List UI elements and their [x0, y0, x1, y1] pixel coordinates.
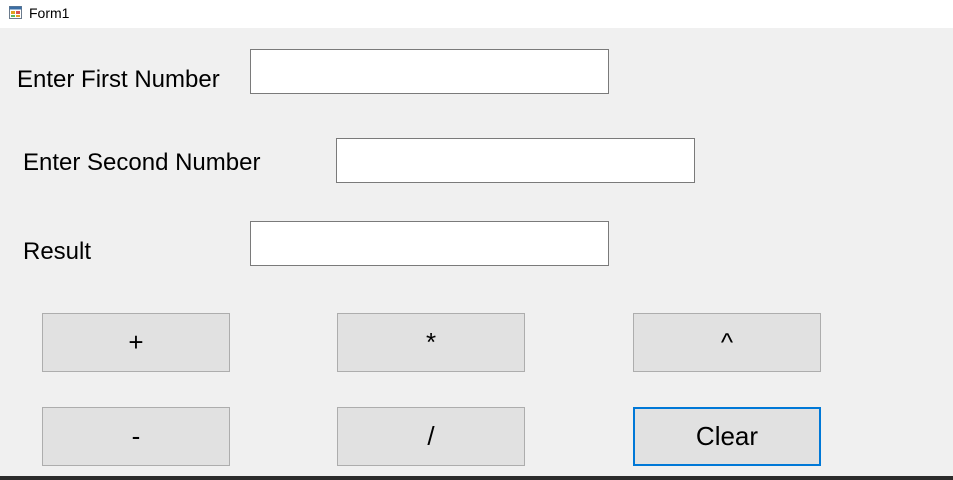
power-button[interactable]: ^: [633, 313, 821, 372]
subtract-button[interactable]: -: [42, 407, 230, 466]
add-button[interactable]: +: [42, 313, 230, 372]
first-number-label: Enter First Number: [17, 66, 220, 93]
window-bottom-edge: [0, 476, 953, 480]
winforms-app-icon: [9, 6, 22, 19]
second-number-input[interactable]: [336, 138, 695, 183]
divide-button[interactable]: /: [337, 407, 525, 466]
multiply-button[interactable]: *: [337, 313, 525, 372]
form-window: Form1 Enter First Number Enter Second Nu…: [0, 0, 953, 480]
clear-button[interactable]: Clear: [633, 407, 821, 466]
title-bar[interactable]: Form1: [0, 0, 953, 28]
first-number-input[interactable]: [250, 49, 609, 94]
result-output[interactable]: [250, 221, 609, 266]
second-number-label: Enter Second Number: [23, 149, 261, 176]
window-title: Form1: [29, 5, 70, 21]
result-label: Result: [23, 238, 92, 265]
